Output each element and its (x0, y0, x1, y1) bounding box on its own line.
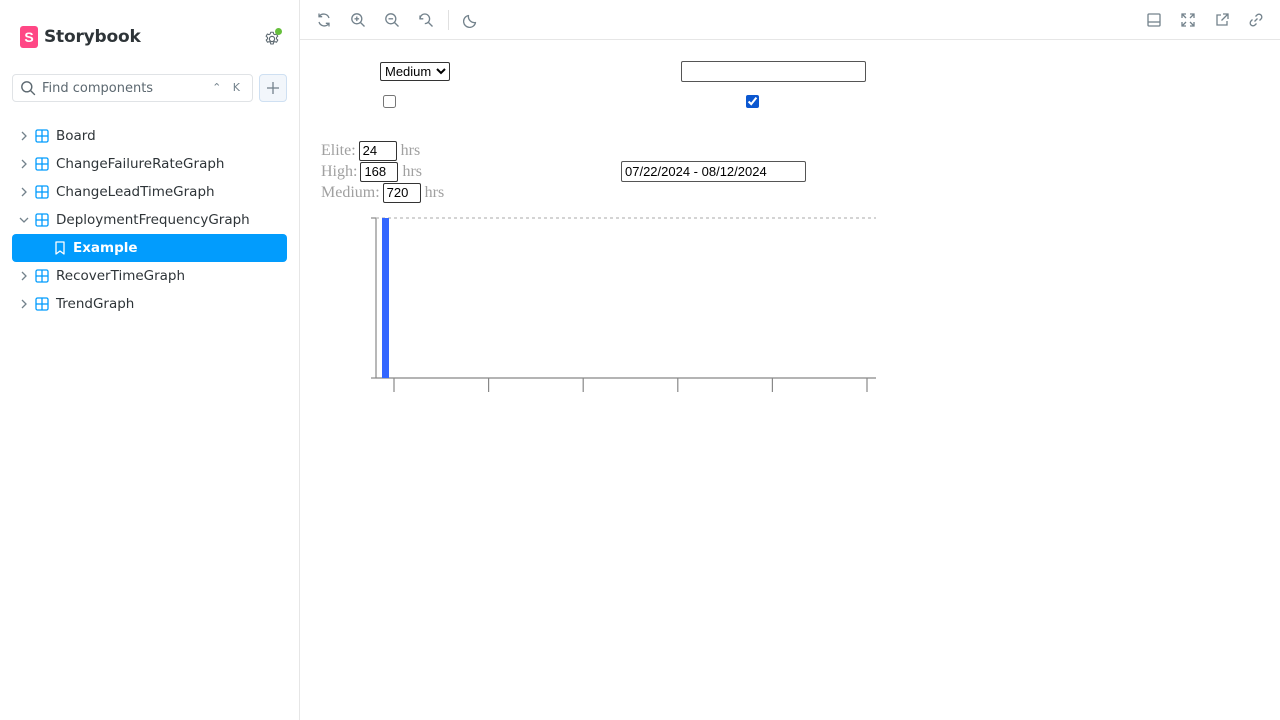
plus-icon (267, 82, 279, 94)
threshold-medium-row: Medium: hrs (321, 182, 444, 203)
component-icon (35, 213, 49, 227)
medium-label: Medium: (321, 183, 380, 201)
status-indicator (275, 28, 282, 35)
sidebar-item-changefailurerategraph[interactable]: ChangeFailureRateGraph (12, 150, 287, 178)
date-range-input[interactable] (621, 161, 806, 182)
chevron-down-icon (18, 214, 30, 226)
search-shortcut: ⌃ K (212, 81, 244, 94)
remount-icon (318, 13, 330, 27)
threshold-form: Elite: hrs High: hrs Medium: hrs (321, 140, 444, 203)
storybook-logo-icon: S (20, 26, 38, 48)
sidebar-item-deploymentfrequencygraph[interactable]: DeploymentFrequencyGraph (12, 206, 287, 234)
fullscreen-icon (1181, 13, 1195, 27)
high-unit: hrs (402, 162, 423, 180)
zoom-out-icon (385, 13, 399, 27)
story-canvas: EliteHighMediumLow Elite: hrs High: hrs … (300, 40, 1280, 720)
sidebar: S Storybook ⌃ K Board (0, 0, 300, 720)
component-icon (35, 129, 49, 143)
high-threshold-input[interactable] (360, 161, 399, 182)
chart-bar (382, 218, 389, 378)
toolbar-divider (448, 10, 449, 30)
search-box[interactable]: ⌃ K (12, 74, 253, 102)
fullscreen-button[interactable] (1180, 12, 1196, 28)
open-new-tab-icon (1216, 13, 1229, 26)
zoom-in-button[interactable] (350, 12, 366, 28)
search-input[interactable] (42, 80, 212, 96)
sidebar-item-label: DeploymentFrequencyGraph (56, 212, 250, 228)
sidebar-item-label: RecoverTimeGraph (56, 268, 186, 284)
sidebar-item-trendgraph[interactable]: TrendGraph (12, 290, 287, 318)
component-icon (35, 269, 49, 283)
deployment-frequency-chart (371, 217, 876, 392)
sidebar-item-label: Example (73, 240, 138, 256)
chevron-right-icon (18, 270, 30, 282)
sidebar-item-changeleadtimegraph[interactable]: ChangeLeadTimeGraph (12, 178, 287, 206)
brand-name: Storybook (44, 27, 141, 47)
sidebar-item-label: Board (56, 128, 96, 144)
component-icon (35, 297, 49, 311)
link-icon (1249, 13, 1263, 27)
zoom-out-button[interactable] (384, 12, 400, 28)
copy-link-button[interactable] (1248, 12, 1264, 28)
checkbox-right[interactable] (746, 95, 759, 108)
text-input[interactable] (681, 61, 866, 82)
elite-threshold-input[interactable] (358, 140, 397, 161)
panel-icon (1147, 13, 1161, 27)
logo-letter: S (24, 29, 34, 45)
bookmark-icon (55, 241, 65, 255)
chevron-right-icon (18, 158, 30, 170)
chevron-right-icon (18, 186, 30, 198)
toggle-panel-button[interactable] (1146, 12, 1162, 28)
sidebar-item-label: TrendGraph (56, 296, 135, 312)
storybook-brand[interactable]: S Storybook (20, 26, 141, 48)
level-select[interactable]: EliteHighMediumLow (380, 62, 450, 81)
zoom-reset-icon (419, 13, 433, 27)
elite-unit: hrs (400, 141, 421, 159)
settings-button[interactable] (262, 28, 282, 48)
chevron-right-icon (18, 298, 30, 310)
checkbox-left[interactable] (383, 95, 396, 108)
sidebar-item-example[interactable]: Example (12, 234, 287, 262)
elite-label: Elite: (321, 141, 356, 159)
theme-toggle-button[interactable] (462, 12, 479, 29)
sidebar-item-label: ChangeLeadTimeGraph (56, 184, 215, 200)
moon-icon (462, 14, 477, 29)
open-new-tab-button[interactable] (1214, 12, 1230, 28)
component-icon (35, 157, 49, 171)
preview-toolbar (300, 0, 1280, 40)
chevron-right-icon (18, 130, 30, 142)
remount-button[interactable] (316, 12, 332, 28)
create-story-button[interactable] (259, 74, 287, 102)
zoom-in-icon (351, 13, 365, 27)
component-icon (35, 185, 49, 199)
threshold-high-row: High: hrs (321, 161, 444, 182)
sidebar-item-label: ChangeFailureRateGraph (56, 156, 225, 172)
search-icon (21, 81, 36, 96)
medium-threshold-input[interactable] (382, 182, 421, 203)
sidebar-item-board[interactable]: Board (12, 122, 287, 150)
high-label: High: (321, 162, 358, 180)
threshold-elite-row: Elite: hrs (321, 140, 444, 161)
sidebar-item-recovertimegraph[interactable]: RecoverTimeGraph (12, 262, 287, 290)
medium-unit: hrs (424, 183, 445, 201)
zoom-reset-button[interactable] (418, 12, 434, 28)
component-tree: Board ChangeFailureRateGraph ChangeLeadT… (12, 122, 287, 318)
